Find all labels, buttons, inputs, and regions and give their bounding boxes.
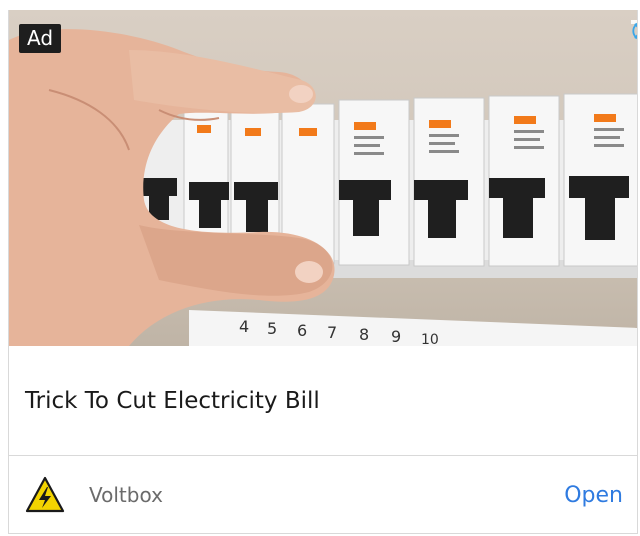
ad-title[interactable]: Trick To Cut Electricity Bill [25,388,320,414]
breaker-number: 5 [267,319,277,338]
breaker-number: 10 [421,332,439,346]
breaker-number: 7 [327,323,337,342]
advertiser-name[interactable]: Voltbox [89,483,163,507]
open-button[interactable]: Open [564,483,623,508]
breaker-number: 6 [297,321,307,340]
high-voltage-warning-icon [25,476,65,513]
ad-controls [631,20,637,40]
ad-title-area[interactable]: Trick To Cut Electricity Bill [9,346,637,456]
breaker-number-strip: 4 5 6 7 8 9 10 [189,310,637,346]
breaker-number: 4 [239,317,249,336]
ad-footer: Voltbox Open [9,456,637,533]
ad-badge: Ad [19,24,62,53]
breaker-number: 8 [359,325,369,344]
ad-hero-image[interactable]: 4 5 6 7 8 9 10 Ad [9,10,637,346]
ad-card[interactable]: 4 5 6 7 8 9 10 Ad Trick To Cut Electrici… [8,10,638,534]
breaker-number: 9 [391,327,401,346]
close-icon[interactable] [631,20,638,42]
circuit-breaker-photo: 4 5 6 7 8 9 10 [9,29,637,346]
